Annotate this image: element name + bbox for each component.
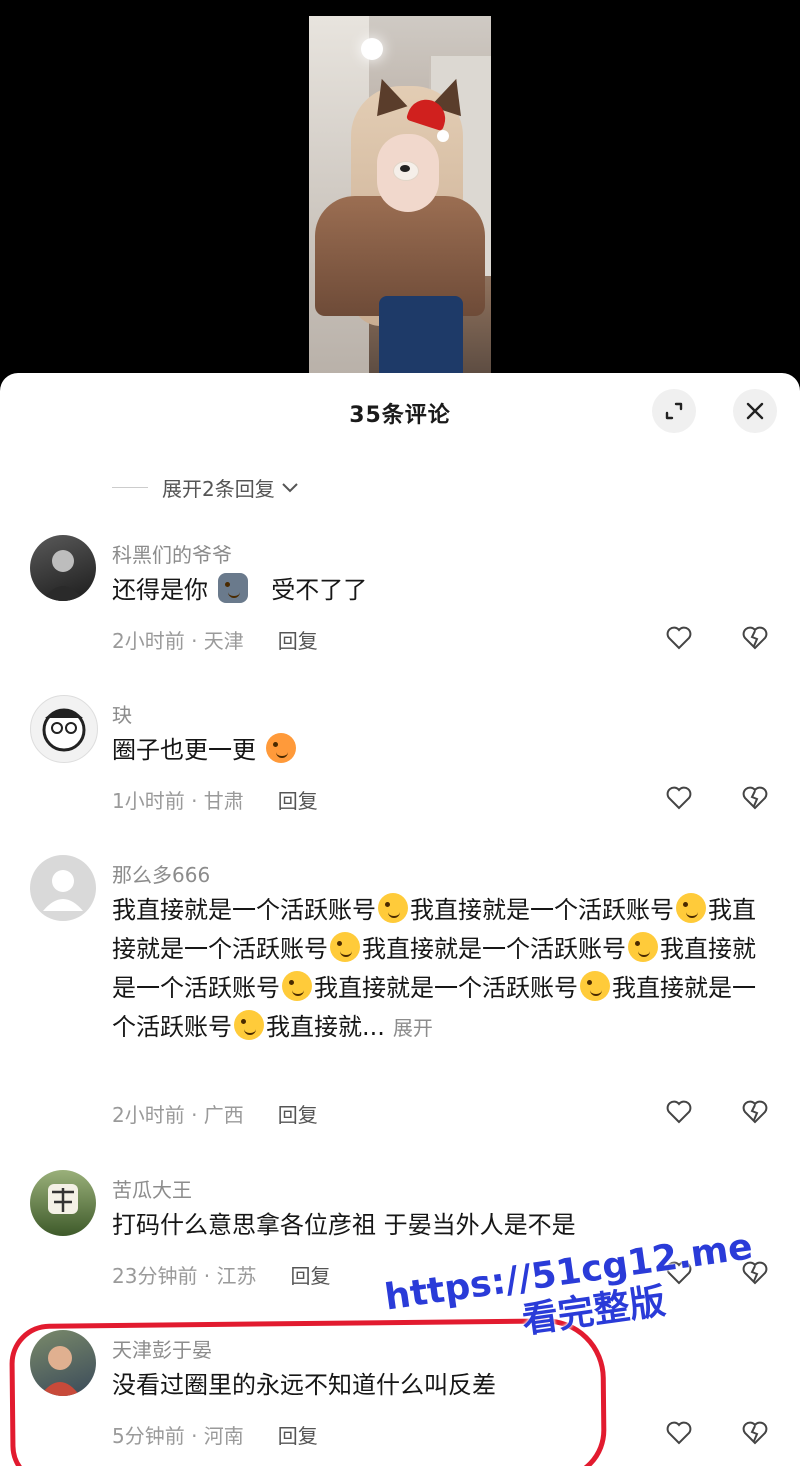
close-icon: [746, 402, 764, 420]
smirk-emoji-icon: [580, 971, 610, 1001]
expand-comment-link[interactable]: 展开: [393, 1016, 433, 1040]
smirk-emoji-icon: [378, 893, 408, 923]
expand-icon: [665, 402, 683, 420]
dog-emoji-icon: [217, 573, 248, 603]
reply-button[interactable]: 回复: [278, 1099, 318, 1128]
like-button[interactable]: [664, 783, 694, 813]
comment-text-part: 我直接就...: [266, 1013, 385, 1041]
broken-heart-icon: [742, 1421, 768, 1445]
close-button[interactable]: [733, 389, 777, 433]
broken-heart-icon: [742, 786, 768, 810]
comment-text-part: 我直接就是一个活跃账号: [362, 935, 626, 963]
comment-text: 我直接就是一个活跃账号 我直接就是一个活跃账号 我直接就是一个活跃账号 我直接就是一个…: [112, 891, 762, 1048]
expand-replies-label: 展开2条回复: [162, 477, 275, 501]
broken-heart-icon: [742, 1100, 768, 1124]
comment-time-location: 2小时前 · 广西: [112, 1103, 244, 1127]
smirk-emoji-icon: [676, 893, 706, 923]
heart-icon: [666, 1421, 692, 1445]
comment-time-location: 1小时前 · 甘肃: [112, 789, 244, 813]
smirk-emoji-icon: [282, 971, 312, 1001]
comment-username[interactable]: 那么多666: [112, 859, 210, 888]
comment-text-part: 圈子也更一更: [112, 736, 256, 764]
avatar[interactable]: [30, 1170, 96, 1236]
smirk-emoji-icon: [628, 932, 658, 962]
avatar[interactable]: [30, 695, 98, 763]
heart-icon: [666, 626, 692, 650]
video-ceiling-light: [361, 38, 383, 60]
video-person-jeans: [379, 296, 463, 380]
comment-text-part: 受不了了: [271, 576, 368, 604]
dislike-button[interactable]: [740, 1097, 770, 1127]
like-button[interactable]: [664, 1097, 694, 1127]
like-button[interactable]: [664, 1418, 694, 1448]
dislike-button[interactable]: [740, 783, 770, 813]
comment-username[interactable]: 苦瓜大王: [112, 1174, 192, 1203]
reply-button[interactable]: 回复: [278, 625, 318, 654]
expand-replies-link[interactable]: 展开2条回复: [112, 473, 299, 502]
comment-time-location: 2小时前 · 天津: [112, 629, 244, 653]
video-player[interactable]: [0, 0, 800, 380]
comment-meta: 2小时前 · 广西 回复: [112, 1099, 318, 1128]
comment-text: 还得是你 受不了了: [112, 571, 762, 610]
heart-eyes-emoji-icon: [265, 733, 296, 763]
dislike-button[interactable]: [740, 1418, 770, 1448]
heart-icon: [666, 786, 692, 810]
sheet-header: 35条评论: [0, 373, 800, 449]
comment-text-part: 我直接就是一个活跃账号: [410, 896, 674, 924]
smirk-emoji-icon: [234, 1010, 264, 1040]
comment-time-location: 23分钟前 · 江苏: [112, 1264, 257, 1288]
dislike-button[interactable]: [740, 623, 770, 653]
comment-text: 圈子也更一更: [112, 731, 762, 770]
avatar[interactable]: [30, 855, 96, 921]
avatar[interactable]: [30, 535, 96, 601]
comment-meta: 2小时前 · 天津 回复: [112, 625, 318, 654]
comment-text-part: 还得是你: [112, 576, 208, 604]
comment-username[interactable]: 玦: [112, 699, 132, 728]
expand-button[interactable]: [652, 389, 696, 433]
reply-button[interactable]: 回复: [278, 785, 318, 814]
like-button[interactable]: [664, 623, 694, 653]
comment-text-part: 我直接就是一个活跃账号: [112, 896, 376, 924]
chevron-down-icon: [282, 482, 298, 492]
comment-meta: 1小时前 · 甘肃 回复: [112, 785, 318, 814]
reply-button[interactable]: 回复: [291, 1260, 331, 1289]
dog-nose-tip: [400, 165, 410, 172]
comment-meta: 23分钟前 · 江苏 回复: [112, 1260, 331, 1289]
default-avatar-icon: [43, 870, 83, 911]
comment-text-part: 我直接就是一个活跃账号: [314, 974, 578, 1002]
smirk-emoji-icon: [330, 932, 360, 962]
comment-username[interactable]: 科黑们的爷爷: [112, 539, 232, 568]
santa-hat-pompom: [437, 130, 449, 142]
video-thumbnail[interactable]: [309, 16, 491, 380]
heart-icon: [666, 1100, 692, 1124]
divider-line: [112, 487, 148, 488]
broken-heart-icon: [742, 626, 768, 650]
